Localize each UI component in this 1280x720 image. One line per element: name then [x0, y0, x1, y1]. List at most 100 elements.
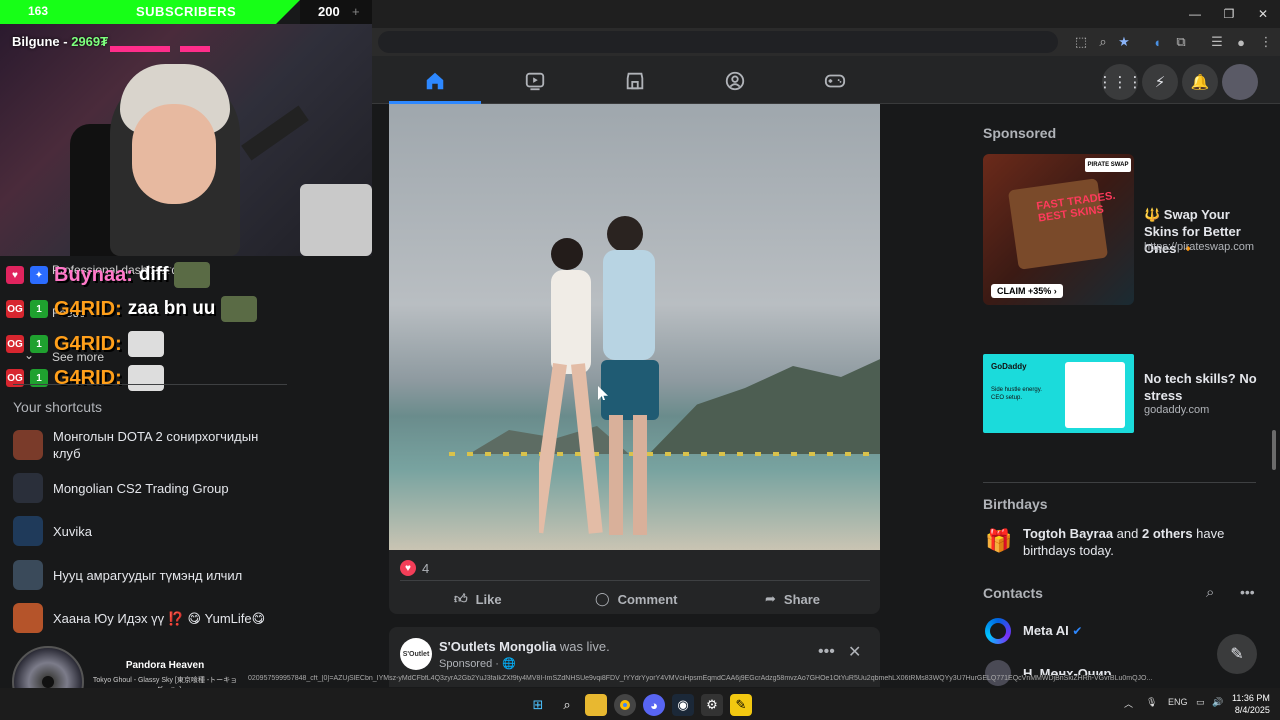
bookmark-star-icon[interactable]: ★	[1115, 33, 1133, 51]
subscriber-count: 163	[28, 4, 49, 18]
profile-icon[interactable]: ●	[1232, 33, 1250, 51]
right-divider	[983, 482, 1256, 483]
notifications-button[interactable]: 🔔	[1182, 64, 1218, 100]
chat-message: OG 1 G4RID:	[6, 365, 164, 391]
messenger-button[interactable]: ⚡	[1142, 64, 1178, 100]
comment-bubble-icon: ◯	[595, 591, 610, 606]
comment-button[interactable]: ◯ Comment	[595, 588, 678, 610]
group-thumbnail	[13, 516, 43, 546]
new-message-button[interactable]: ✎	[1217, 634, 1257, 674]
shortcut-item[interactable]: Нууц амрагуудыг түмэнд илчил	[13, 560, 287, 590]
file-explorer-icon[interactable]	[585, 694, 607, 716]
sidebar-divider	[13, 384, 287, 385]
messenger-icon: ⚡	[1154, 74, 1166, 91]
actions-divider	[400, 580, 870, 581]
close-icon[interactable]: ✕	[1246, 0, 1280, 28]
love-reaction-icon: ♥	[400, 560, 416, 576]
page-name[interactable]: S'Outlets Mongolia was live.	[439, 639, 610, 654]
ad-image-pirateswap[interactable]: FAST TRADES. BEST SKINS CLAIM +35% › PIR…	[983, 154, 1134, 305]
volume-icon[interactable]: 🔊	[1212, 697, 1223, 708]
tray-chevron-icon[interactable]: ︿	[1124, 697, 1133, 710]
video-tab[interactable]	[485, 66, 585, 96]
search-icon[interactable]: ⌕	[1206, 584, 1214, 601]
grid-icon: ⋮⋮⋮	[1097, 74, 1143, 91]
menu-dots-icon[interactable]: ⋮	[1257, 33, 1275, 51]
shortcut-item[interactable]: Монголын DOTA 2 сонирхогчидын клуб	[13, 428, 287, 462]
contact-item[interactable]: Н. Мөнх-Очир	[1023, 666, 1111, 675]
gift-icon: 🎁	[985, 528, 1013, 553]
subscriber-plus: +	[352, 4, 360, 19]
extension-icon[interactable]: ◖	[1148, 33, 1166, 51]
status-url: 020957599957848_cft_[0]=AZUjSlECbn_IYMsz…	[248, 675, 1153, 682]
extensions-puzzle-icon[interactable]: ⧉	[1172, 33, 1190, 51]
zoom-icon[interactable]: ⌕	[1094, 33, 1112, 51]
group-thumbnail	[13, 560, 43, 590]
scrollbar[interactable]	[1272, 430, 1276, 470]
streamer-points: 2969₮	[71, 34, 109, 49]
first-badge-icon: 1	[30, 300, 48, 318]
app-icon[interactable]: ⚙	[701, 694, 723, 716]
chat-message: OG 1 G4RID: zaa bn uu	[6, 296, 258, 322]
ad-title[interactable]: No tech skills? No stress	[1144, 370, 1274, 404]
address-field[interactable]	[378, 31, 1058, 53]
sponsored-label: Sponsored · 🌐	[439, 658, 516, 670]
more-options-icon[interactable]: •••	[818, 643, 835, 661]
emote-icon	[127, 365, 164, 391]
ad-url: https://pirateswap.com	[1144, 241, 1255, 253]
network-icon[interactable]: ▭	[1196, 697, 1205, 708]
marketplace-icon	[626, 72, 644, 90]
birthdays-heading: Birthdays	[983, 496, 1048, 512]
thumbs-up-icon: 👍︎	[454, 591, 468, 606]
emote-icon	[127, 331, 164, 357]
contacts-heading: Contacts	[983, 585, 1043, 601]
discord-icon[interactable]: ◕	[643, 694, 665, 716]
chat-message: ♥ ✦ Buynaa: diff	[6, 262, 211, 288]
subscriber-label: SUBSCRIBERS	[136, 4, 237, 19]
gaming-tab[interactable]	[785, 66, 885, 96]
app-icon[interactable]: ✎	[730, 694, 752, 716]
taskbar-search-icon[interactable]: ⌕	[556, 694, 578, 716]
post-photo[interactable]	[389, 104, 880, 550]
groups-tab[interactable]	[685, 66, 785, 96]
restore-icon[interactable]: ❐	[1212, 0, 1246, 28]
install-icon[interactable]: ⬚	[1072, 33, 1090, 51]
share-button[interactable]: ➦ Share	[765, 588, 820, 610]
marketplace-tab[interactable]	[585, 66, 685, 96]
contact-meta-ai[interactable]: Meta AI ✔	[1023, 623, 1082, 638]
ad-image-godaddy[interactable]: GoDaddy Side hustle energy. CEO setup.	[983, 354, 1134, 433]
birthday-text[interactable]: Togtoh Bayraa and 2 others have birthday…	[1023, 525, 1253, 559]
menu-grid-button[interactable]: ⋮⋮⋮	[1098, 64, 1143, 100]
reaction-summary[interactable]: ♥ 4	[400, 560, 429, 576]
emote-icon	[174, 262, 211, 288]
first-badge-icon: 1	[30, 335, 48, 353]
subscriber-goal-bar: 163 SUBSCRIBERS	[0, 0, 300, 24]
shortcut-item[interactable]: Xuvika	[13, 516, 287, 546]
group-thumbnail	[13, 473, 43, 503]
language-indicator[interactable]: ENG	[1168, 697, 1188, 707]
close-post-icon[interactable]: ✕	[848, 642, 861, 662]
contacts-options-icon[interactable]: •••	[1240, 584, 1255, 600]
shortcut-item[interactable]: Mongolian CS2 Trading Group	[13, 473, 287, 503]
og-badge-icon: OG	[6, 300, 24, 318]
meta-ai-icon	[985, 618, 1011, 644]
shortcut-item[interactable]: Хаана Юу Идэх үү ⁉️ 😋 YumLife😋	[13, 603, 287, 633]
clock[interactable]: 11:36 PM 8/4/2025	[1232, 692, 1270, 716]
minimize-icon[interactable]: —	[1178, 0, 1212, 28]
emote-icon	[221, 296, 258, 322]
chrome-icon[interactable]	[614, 694, 636, 716]
home-tab[interactable]	[385, 66, 485, 96]
like-button[interactable]: 👍︎ Like	[454, 588, 502, 610]
streamer-name: Bilgune - 2969₮	[12, 34, 109, 49]
reading-list-icon[interactable]: ☰	[1208, 33, 1226, 51]
account-avatar[interactable]	[1222, 64, 1258, 100]
home-icon	[426, 72, 444, 90]
group-thumbnail	[13, 603, 43, 633]
page-avatar[interactable]: S'Outlet	[400, 638, 432, 670]
steam-icon[interactable]: ◉	[672, 694, 694, 716]
ad-url: godaddy.com	[1144, 404, 1210, 416]
microphone-icon[interactable]: 🎙	[1146, 697, 1157, 708]
shortcuts-heading: Your shortcuts	[13, 399, 102, 415]
sub-badge-icon: ✦	[30, 266, 48, 284]
windows-start-icon[interactable]: ⊞	[527, 694, 549, 716]
compose-icon: ✎	[1230, 646, 1244, 663]
